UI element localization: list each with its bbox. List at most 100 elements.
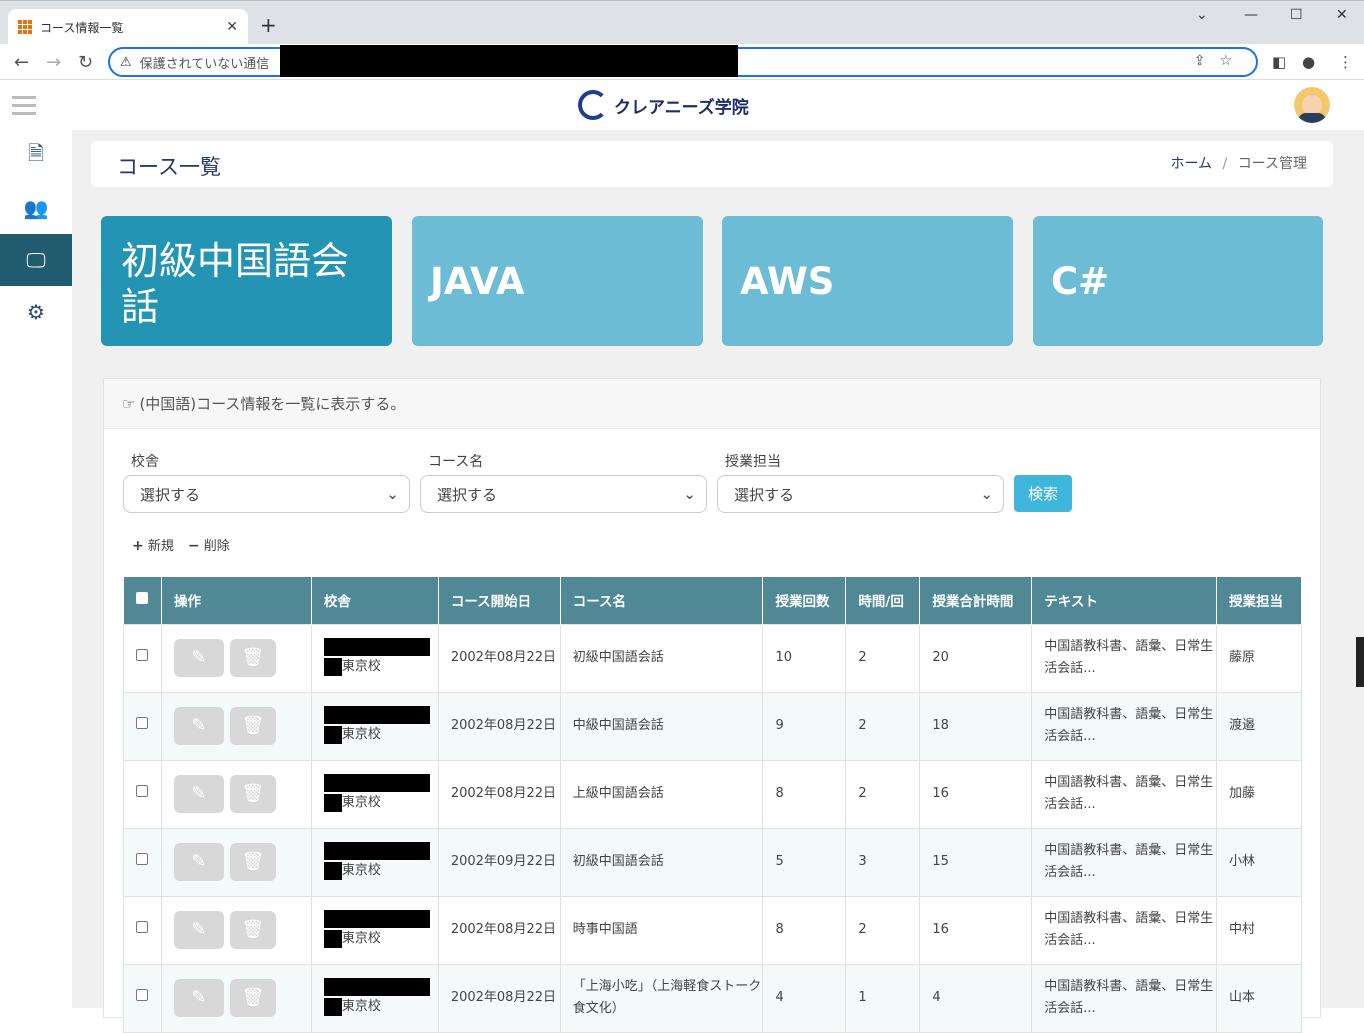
- lesson-count-cell: 9: [762, 691, 847, 761]
- share-icon[interactable]: ⇪☆: [1194, 53, 1246, 69]
- school-cell: 東京校: [310, 827, 439, 897]
- minimize-button[interactable]: —: [1244, 7, 1258, 23]
- delete-row-button[interactable]: 🗑: [229, 707, 276, 745]
- url-input[interactable]: ⚠ 保護されていない通信 ⇪☆: [108, 45, 1258, 77]
- brand-logo[interactable]: クレアニーズ学院: [578, 90, 749, 120]
- edit-icon: ✎: [191, 647, 207, 668]
- course-name-cell: 「上海小吃」（上海軽食ストーク食文化）: [559, 963, 764, 1033]
- profile-icon[interactable]: ●: [1302, 53, 1315, 71]
- delete-row-button[interactable]: 🗑: [229, 639, 276, 677]
- row-checkbox[interactable]: [136, 989, 148, 1001]
- sidebar-item-courses[interactable]: 🖵: [0, 234, 72, 286]
- course-card-aws[interactable]: AWS: [722, 216, 1013, 346]
- hamburger-icon[interactable]: [12, 96, 36, 120]
- close-window-button[interactable]: ✕: [1336, 7, 1348, 23]
- new-button[interactable]: + 新規: [132, 535, 174, 554]
- delete-row-button[interactable]: 🗑: [229, 775, 276, 813]
- search-button[interactable]: 検索: [1014, 475, 1072, 512]
- favicon-icon: [18, 20, 32, 34]
- chevron-down-icon: ⌄: [386, 485, 399, 503]
- edit-button[interactable]: ✎: [173, 775, 224, 813]
- course-card-csharp[interactable]: C#: [1033, 216, 1323, 346]
- delete-row-button[interactable]: 🗑: [229, 979, 276, 1017]
- tab-title: コース情報一覧: [40, 20, 124, 35]
- security-warning-text: 保護されていない通信: [139, 56, 270, 72]
- edit-button[interactable]: ✎: [173, 911, 224, 949]
- edit-button[interactable]: ✎: [173, 707, 224, 745]
- redacted-prefix: [323, 929, 342, 948]
- course-name-select[interactable]: 選択する ⌄: [420, 475, 707, 513]
- row-actions-cell: ✎ 🗑: [160, 827, 312, 897]
- lesson-count-cell: 10: [762, 623, 847, 693]
- redacted-prefix: [323, 861, 342, 880]
- row-select-cell: [123, 759, 162, 829]
- course-card-label: 初級中国語会話: [121, 239, 350, 329]
- school-name: 東京校: [341, 999, 381, 1014]
- lesson-count-cell: 5: [762, 827, 847, 897]
- menu-dots-icon[interactable]: ⋮: [1338, 53, 1353, 71]
- edit-button[interactable]: ✎: [173, 639, 224, 677]
- course-card-java[interactable]: JAVA: [412, 216, 703, 346]
- trash-icon: 🗑: [241, 715, 265, 736]
- sidebar-item-settings[interactable]: ⚙: [0, 286, 72, 338]
- select-all-checkbox[interactable]: [135, 592, 148, 605]
- back-arrow-icon[interactable]: ←: [14, 52, 29, 73]
- filter-teacher: 授業担当 選択する ⌄: [717, 451, 1004, 513]
- row-checkbox[interactable]: [136, 785, 148, 797]
- sidebar-item-users[interactable]: 👥: [0, 182, 72, 234]
- hours-per-lesson-cell: 2: [845, 895, 921, 965]
- row-checkbox[interactable]: [136, 649, 148, 661]
- textbook-cell: 中国語教科書、語彙、日常生活会話...: [1031, 895, 1218, 965]
- delete-button[interactable]: − 削除: [188, 535, 230, 554]
- maximize-button[interactable]: ☐: [1290, 7, 1303, 23]
- page-header: コース一覧 ホーム / コース管理: [91, 141, 1333, 187]
- school-name: 東京校: [341, 931, 381, 946]
- edit-button[interactable]: ✎: [173, 979, 224, 1017]
- course-card-chinese[interactable]: 初級中国語会話: [101, 216, 392, 346]
- row-checkbox[interactable]: [136, 921, 148, 933]
- reload-icon[interactable]: ↻: [78, 52, 93, 73]
- trash-icon: 🗑: [241, 783, 265, 804]
- lesson-count-cell: 4: [762, 963, 847, 1033]
- start-date-cell: 2002年08月22日: [437, 691, 561, 761]
- redacted-prefix: [323, 793, 342, 812]
- chevron-down-icon[interactable]: ⌄: [1196, 7, 1208, 23]
- redacted-prefix: [323, 997, 342, 1016]
- row-checkbox[interactable]: [136, 853, 148, 865]
- users-icon: 👥: [23, 196, 49, 220]
- plus-icon: +: [132, 538, 144, 554]
- redacted-school: [323, 842, 430, 860]
- redacted-school: [323, 706, 430, 724]
- browser-tab[interactable]: コース情報一覧 ✕: [8, 9, 248, 45]
- course-name-cell: 上級中国語会話: [559, 759, 764, 829]
- table-row: ✎ 🗑 東京校 2002年08月22日 初級中国語会話 10 2 20 中国語教科書、語彙、日常…: [123, 623, 1302, 693]
- row-checkbox[interactable]: [136, 717, 148, 729]
- textbook-cell: 中国語教科書、語彙、日常生活会話...: [1031, 623, 1218, 693]
- panel-heading: ☞ (中国語)コース情報を一覧に表示する。: [104, 379, 1320, 429]
- school-name: 東京校: [341, 795, 381, 810]
- teacher-cell: 山本: [1216, 963, 1302, 1033]
- forward-arrow-icon[interactable]: →: [46, 52, 61, 73]
- sidebar-item-documents[interactable]: 🗎: [0, 130, 72, 182]
- school-cell: 東京校: [310, 759, 439, 829]
- school-select[interactable]: 選択する ⌄: [123, 475, 410, 513]
- row-actions-cell: ✎ 🗑: [160, 759, 312, 829]
- teacher-select[interactable]: 選択する ⌄: [717, 475, 1004, 513]
- redacted-school: [323, 638, 430, 656]
- breadcrumb-separator: /: [1222, 156, 1228, 172]
- close-icon[interactable]: ✕: [226, 19, 238, 35]
- delete-row-button[interactable]: 🗑: [229, 843, 276, 881]
- select-value: 選択する: [437, 485, 498, 504]
- course-name-cell: 中級中国語会話: [559, 691, 764, 761]
- filter-label: コース名: [428, 454, 484, 470]
- redacted-prefix: [323, 657, 342, 676]
- breadcrumb-home[interactable]: ホーム: [1170, 156, 1212, 172]
- new-tab-button[interactable]: +: [260, 13, 277, 37]
- side-panel-icon[interactable]: ◧: [1272, 53, 1286, 71]
- start-date-cell: 2002年09月22日: [437, 827, 561, 897]
- page-title: コース一覧: [117, 155, 221, 179]
- edit-button[interactable]: ✎: [173, 843, 224, 881]
- scrollbar-thumb[interactable]: [1356, 637, 1364, 687]
- avatar[interactable]: [1294, 87, 1330, 123]
- delete-row-button[interactable]: 🗑: [229, 911, 276, 949]
